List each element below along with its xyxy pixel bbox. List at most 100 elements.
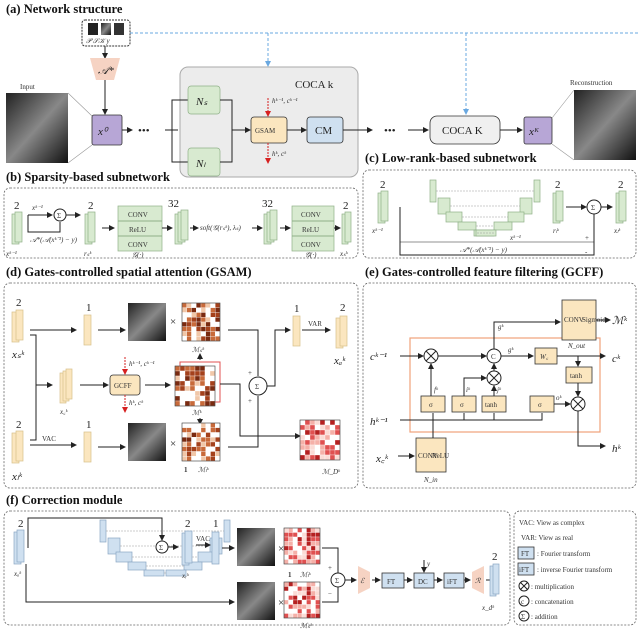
sigma-label: σ bbox=[429, 401, 433, 409]
heatmap-cell bbox=[304, 429, 311, 436]
heatmap-cell bbox=[283, 595, 289, 601]
heatmap-cell bbox=[181, 437, 187, 443]
heatmap-cell bbox=[205, 307, 211, 313]
heatmap-cell bbox=[205, 312, 211, 318]
heatmap-cell bbox=[210, 441, 216, 447]
heatmap-cell bbox=[184, 380, 191, 387]
heatmap-cell bbox=[215, 321, 221, 327]
heatmap-cell bbox=[319, 424, 326, 431]
heatmap-cell bbox=[309, 434, 316, 441]
heatmap-cell bbox=[179, 395, 186, 402]
heatmap-cell bbox=[210, 451, 216, 457]
heatmap-cell bbox=[301, 608, 307, 614]
heatmap-cell bbox=[184, 365, 191, 372]
gsam-state-in: hᵏ⁻¹, cᵏ⁻¹ bbox=[272, 97, 298, 105]
heatmap-cell bbox=[334, 449, 341, 456]
heatmap-cell bbox=[191, 456, 197, 462]
heatmap-cell bbox=[292, 532, 298, 538]
heatmap-cell bbox=[189, 390, 196, 397]
heatmap-cell bbox=[283, 536, 289, 542]
heatmap-cell bbox=[200, 312, 206, 318]
dots-1: ••• bbox=[138, 125, 150, 137]
ml-label: ℳₗᵏ bbox=[300, 571, 312, 579]
heatmap-cell bbox=[297, 545, 303, 551]
rl-label: rₗᵏ bbox=[553, 227, 560, 235]
heatmap-cell bbox=[215, 451, 221, 457]
kspace-thumbnail bbox=[101, 23, 111, 35]
heatmap-cell bbox=[191, 317, 197, 323]
heatmap-cell bbox=[310, 586, 316, 592]
heatmap-cell bbox=[324, 424, 331, 431]
heatmap-cell bbox=[315, 550, 321, 556]
xs-label: xₛᵏ bbox=[11, 349, 25, 361]
xc-label: x꜀ᵏ bbox=[375, 453, 389, 465]
heatmap-cell bbox=[181, 326, 187, 332]
heatmap-cell bbox=[306, 541, 312, 547]
heatmap-cell bbox=[210, 302, 216, 308]
input-label: Input bbox=[20, 83, 35, 91]
dots-2: ••• bbox=[384, 125, 396, 137]
heatmap-cell bbox=[191, 307, 197, 313]
heatmap-cell bbox=[310, 550, 316, 556]
decoder-label: ℛ bbox=[475, 577, 481, 585]
ns-label: Nₛ bbox=[195, 96, 208, 108]
heatmap-cell bbox=[186, 422, 192, 428]
heatmap-cell bbox=[314, 444, 321, 451]
heatmap-cell bbox=[174, 395, 181, 402]
vac-label: VAC bbox=[42, 435, 56, 443]
heatmap-cell bbox=[309, 439, 316, 446]
heatmap-cell bbox=[196, 312, 202, 318]
inputs-caption: 𝒫 𝒮𝒦 y bbox=[86, 37, 110, 45]
heatmap-cell bbox=[215, 326, 221, 332]
heatmap-cell bbox=[186, 441, 192, 447]
heatmap-cell bbox=[181, 317, 187, 323]
x-prev-mid-label: xᵏ⁻¹ bbox=[509, 234, 521, 242]
heatmap-cell bbox=[209, 400, 216, 407]
heatmap-cell bbox=[329, 444, 336, 451]
channel-label: 2 bbox=[340, 302, 346, 314]
heatmap-cell bbox=[315, 532, 321, 538]
heatmap-cell bbox=[181, 422, 187, 428]
unet-encoder-layer bbox=[457, 221, 477, 231]
ms-label: ℳₛᵏ bbox=[300, 622, 313, 630]
heatmap-cell bbox=[309, 419, 316, 426]
heatmap-cell bbox=[191, 422, 197, 428]
heatmap-cell bbox=[186, 432, 192, 438]
heatmap-cell bbox=[200, 437, 206, 443]
heatmap-cell bbox=[315, 613, 321, 619]
unet-decoder-layer bbox=[223, 519, 231, 543]
heatmap-cell bbox=[184, 395, 191, 402]
heatmap-cell bbox=[186, 446, 192, 452]
panel-low-rank-subnetwork: (c) Low-rank-based subnetwork 2 xᵏ⁻¹ xᵏ⁻… bbox=[362, 151, 637, 259]
heatmap-cell bbox=[196, 451, 202, 457]
heatmap-cell bbox=[288, 559, 294, 565]
heatmap-cell bbox=[310, 595, 316, 601]
heatmap-cell bbox=[299, 449, 306, 456]
heatmap-cell bbox=[301, 536, 307, 542]
heatmap-cell bbox=[297, 541, 303, 547]
heatmap-cell bbox=[309, 454, 316, 461]
heatmap-cell bbox=[210, 446, 216, 452]
panel-correction-module: (f) Correction module 2 xₐᵏ Σ 2 xᵣᵏ VAC … bbox=[3, 493, 511, 630]
heatmap-cell bbox=[283, 545, 289, 551]
heatmap-cell bbox=[288, 545, 294, 551]
heatmap-cell bbox=[283, 599, 289, 605]
heatmap-cell bbox=[199, 375, 206, 382]
relu-label: ReLU bbox=[129, 226, 146, 234]
mask-ms-heatmap bbox=[283, 581, 321, 619]
heatmap-cell bbox=[301, 604, 307, 610]
rs-label: rₛᵏ bbox=[84, 250, 92, 258]
heatmap-cell bbox=[306, 599, 312, 605]
heatmap-cell bbox=[299, 429, 306, 436]
heatmap-cell bbox=[191, 446, 197, 452]
heatmap-cell bbox=[196, 432, 202, 438]
heatmap-cell bbox=[299, 419, 306, 426]
heatmap-cell bbox=[199, 380, 206, 387]
heatmap-cell bbox=[186, 326, 192, 332]
mask-md-heatmap bbox=[299, 419, 341, 461]
sum-symbol: Σ bbox=[591, 204, 595, 212]
heatmap-cell bbox=[189, 385, 196, 392]
heatmap-cell bbox=[204, 390, 211, 397]
heatmap-cell bbox=[288, 581, 294, 587]
heatmap-cell bbox=[288, 532, 294, 538]
